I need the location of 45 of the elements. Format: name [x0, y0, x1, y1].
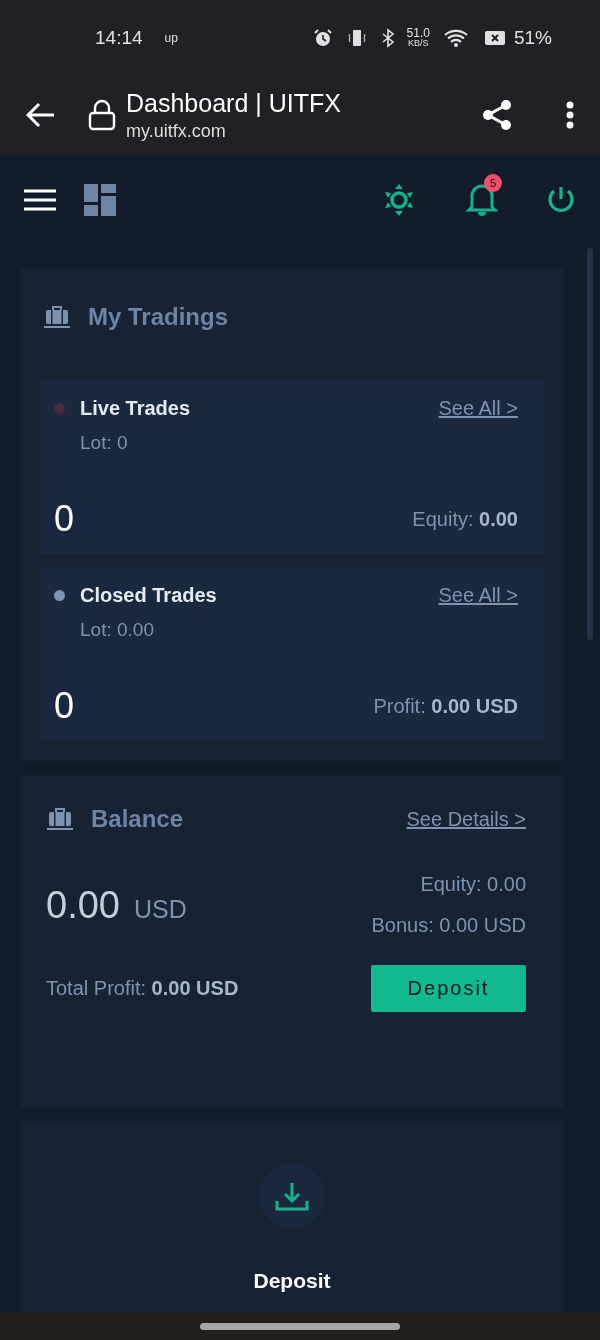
brightness-icon[interactable] — [384, 183, 414, 217]
battery-level: 51% — [513, 26, 552, 49]
power-icon[interactable] — [546, 185, 576, 215]
lot-size: Lot: 0 — [80, 432, 129, 454]
action-label: Deposit — [253, 1269, 331, 1293]
data-indicator: up — [164, 30, 178, 45]
trade-summary: Profit: 0.00 USD — [373, 694, 518, 718]
page-title: Dashboard | UITFX — [126, 88, 342, 118]
share-icon[interactable] — [480, 98, 514, 132]
more-options-icon[interactable] — [566, 101, 574, 129]
trade-title: Live Trades — [80, 397, 192, 420]
briefcase-icon — [46, 807, 74, 831]
back-arrow-icon[interactable] — [26, 102, 56, 128]
see-details-link[interactable]: See Details > — [406, 807, 526, 831]
scrollbar[interactable] — [587, 248, 593, 640]
download-icon — [274, 1181, 310, 1211]
home-handle[interactable] — [200, 1323, 400, 1330]
lock-icon — [88, 99, 116, 131]
balance-amount: 0.00 — [46, 883, 120, 927]
menu-icon[interactable] — [24, 189, 56, 211]
network-speed: 51.0 KB/S — [406, 27, 430, 48]
trade-count: 0 — [54, 685, 76, 727]
total-profit: Total Profit: 0.00 USD — [46, 977, 240, 1000]
page-url[interactable]: my.uitfx.com — [126, 120, 480, 142]
clock-time: 14:14 — [95, 26, 143, 49]
trade-summary: Equity: 0.00 — [412, 507, 518, 531]
briefcase-icon — [43, 305, 71, 329]
no-sim-icon — [483, 28, 506, 47]
balance-currency: USD — [133, 894, 187, 924]
wifi-icon — [443, 27, 470, 48]
trade-count: 0 — [54, 498, 76, 540]
trade-title: Closed Trades — [80, 584, 218, 607]
bluetooth-icon — [380, 27, 395, 48]
deposit-button[interactable]: Deposit — [371, 965, 526, 1012]
see-all-link[interactable]: See All > — [438, 584, 518, 607]
notification-badge: 5 — [484, 174, 502, 192]
vibrate-icon — [346, 27, 367, 48]
section-title: My Tradings — [88, 303, 229, 331]
alarm-icon — [312, 27, 333, 48]
equity-value: Equity: 0.00 — [420, 873, 526, 896]
bonus-value: Bonus: 0.00 USD — [371, 914, 526, 937]
dashboard-grid-icon[interactable] — [84, 184, 116, 216]
lot-size: Lot: 0.00 — [80, 619, 155, 641]
see-all-link[interactable]: See All > — [438, 397, 518, 420]
section-title: Balance — [91, 805, 185, 833]
